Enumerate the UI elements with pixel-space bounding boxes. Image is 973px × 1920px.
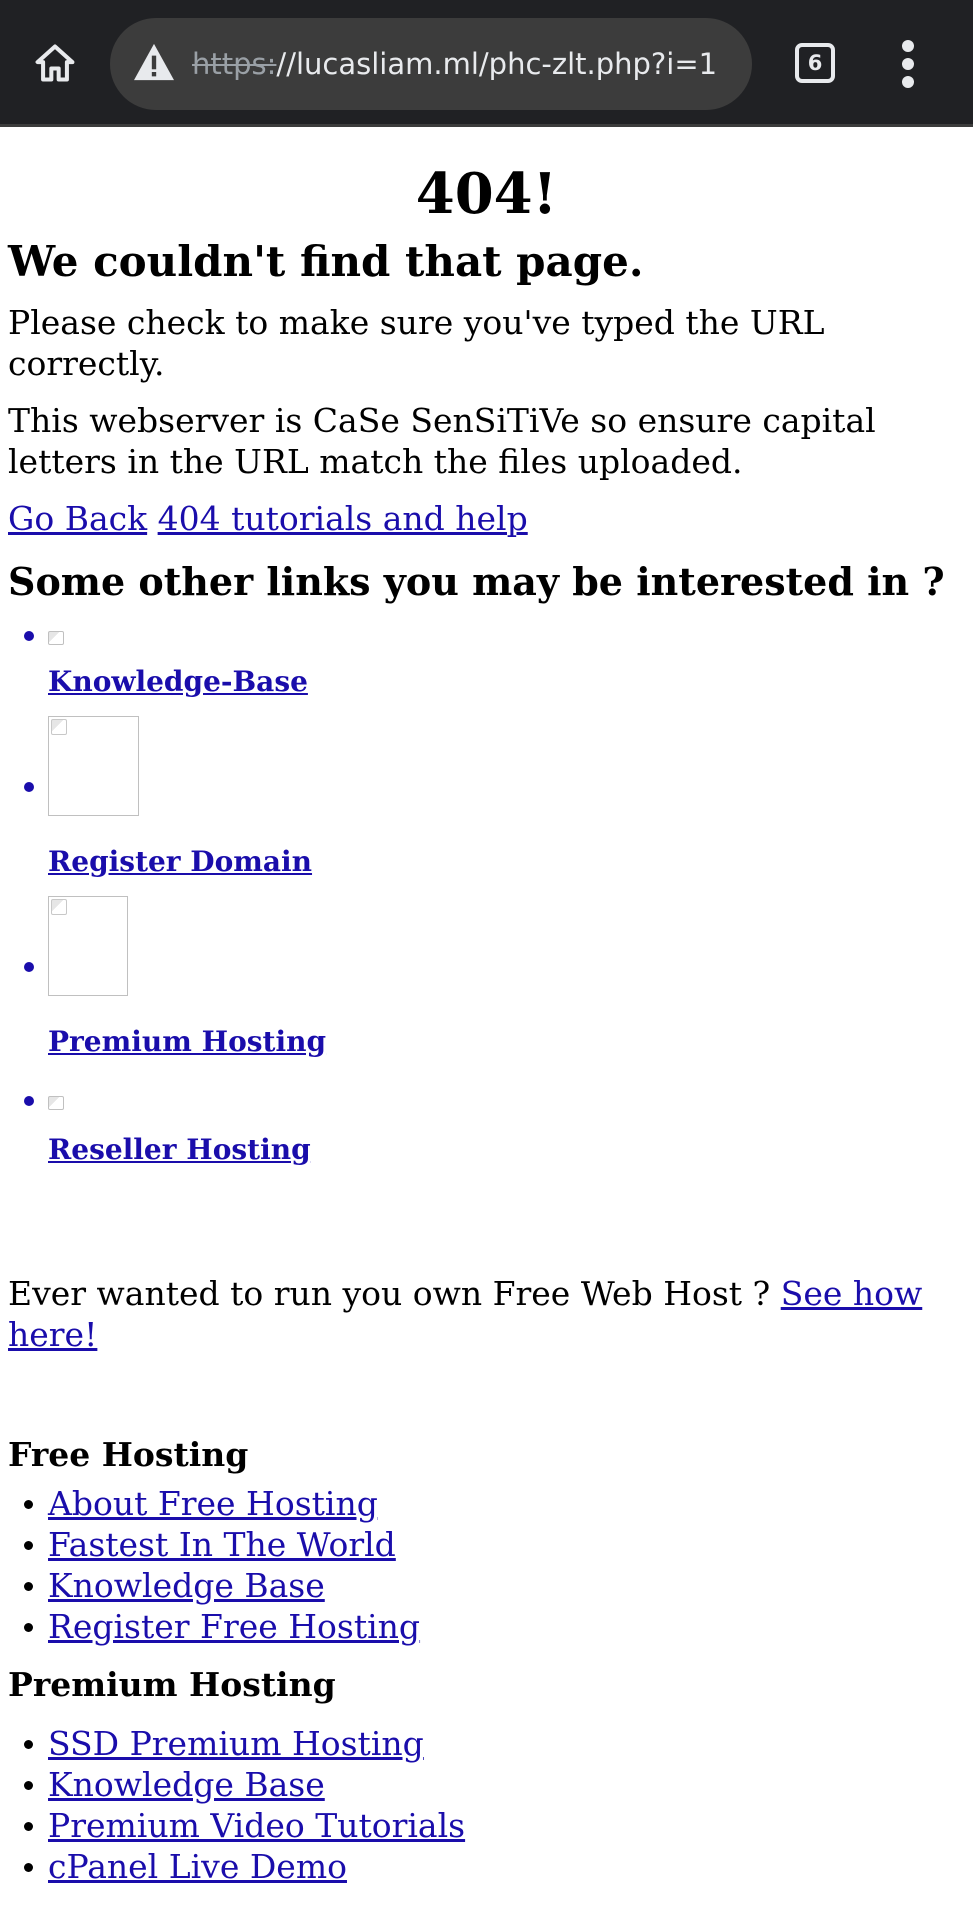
url-host-path: //lucasliam.ml/phc-zlt.php?i=1	[276, 47, 718, 81]
list-item: Premium Hosting	[0, 896, 973, 1060]
tab-switcher-button[interactable]: 6	[795, 43, 835, 83]
browser-toolbar: https://lucasliam.ml/phc-zlt.php?i=1 6	[0, 0, 973, 127]
list-item: Register Domain	[0, 716, 973, 880]
premium-hosting-link[interactable]: Premium Hosting	[48, 1024, 973, 1060]
premium-hosting-title: Premium Hosting	[8, 1665, 336, 1704]
register-free-hosting-link[interactable]: Register Free Hosting	[48, 1607, 420, 1646]
free-host-text: Ever wanted to run you own Free Web Host…	[8, 1274, 923, 1354]
reseller-hosting-link[interactable]: Reseller Hosting	[48, 1132, 973, 1168]
error-title: We couldn't find that page.	[8, 237, 644, 286]
premium-hosting-list: SSD Premium Hosting Knowledge Base Premi…	[0, 1723, 973, 1887]
broken-image-icon[interactable]	[48, 896, 128, 996]
page-content: 404! We couldn't find that page. Please …	[0, 127, 973, 1920]
knowledge-base-link[interactable]: Knowledge-Base	[48, 664, 973, 700]
error-code: 404!	[415, 161, 558, 227]
tab-count: 6	[807, 51, 823, 75]
tutorials-help-link[interactable]: 404 tutorials and help	[158, 499, 528, 538]
list-item: Register Free Hosting	[0, 1606, 973, 1647]
broken-image-icon[interactable]	[48, 716, 139, 816]
free-hosting-title: Free Hosting	[8, 1435, 249, 1474]
list-item: Knowledge Base	[0, 1565, 973, 1606]
url-scheme: https:	[192, 47, 277, 81]
home-button[interactable]	[26, 34, 84, 92]
go-back-link[interactable]: Go Back	[8, 499, 147, 538]
address-bar[interactable]: https://lucasliam.ml/phc-zlt.php?i=1	[110, 18, 752, 110]
not-secure-warning-icon[interactable]	[132, 42, 176, 82]
fastest-in-world-link[interactable]: Fastest In The World	[48, 1525, 396, 1564]
list-item: cPanel Live Demo	[0, 1846, 973, 1887]
help-links: Go Back 404 tutorials and help	[8, 498, 973, 539]
list-item: SSD Premium Hosting	[0, 1723, 973, 1764]
promo-links-list: Knowledge-Base Register Domain Premium H…	[0, 631, 973, 1168]
register-domain-link[interactable]: Register Domain	[48, 844, 973, 880]
cpanel-live-demo-link[interactable]: cPanel Live Demo	[48, 1847, 347, 1886]
check-url-text: Please check to make sure you've typed t…	[8, 303, 825, 383]
case-sensitive-text: This webserver is CaSe SenSiTiVe so ensu…	[8, 401, 876, 481]
home-icon	[35, 44, 75, 82]
other-links-title: Some other links you may be interested i…	[8, 559, 945, 604]
list-item: Knowledge-Base	[0, 631, 973, 700]
list-item: About Free Hosting	[0, 1483, 973, 1524]
url-text[interactable]: https://lucasliam.ml/phc-zlt.php?i=1	[192, 18, 717, 110]
broken-image-icon[interactable]	[48, 631, 64, 645]
knowledge-base-premium-link[interactable]: Knowledge Base	[48, 1765, 325, 1804]
list-item: Premium Video Tutorials	[0, 1805, 973, 1846]
free-hosting-list: About Free Hosting Fastest In The World …	[0, 1483, 973, 1647]
more-vert-icon[interactable]	[893, 40, 923, 88]
list-item: Reseller Hosting	[0, 1096, 973, 1168]
ssd-premium-hosting-link[interactable]: SSD Premium Hosting	[48, 1724, 424, 1763]
list-item: Fastest In The World	[0, 1524, 973, 1565]
premium-video-tutorials-link[interactable]: Premium Video Tutorials	[48, 1806, 465, 1845]
broken-image-icon[interactable]	[48, 1096, 64, 1110]
list-item: Knowledge Base	[0, 1764, 973, 1805]
about-free-hosting-link[interactable]: About Free Hosting	[48, 1484, 378, 1523]
knowledge-base-free-link[interactable]: Knowledge Base	[48, 1566, 325, 1605]
